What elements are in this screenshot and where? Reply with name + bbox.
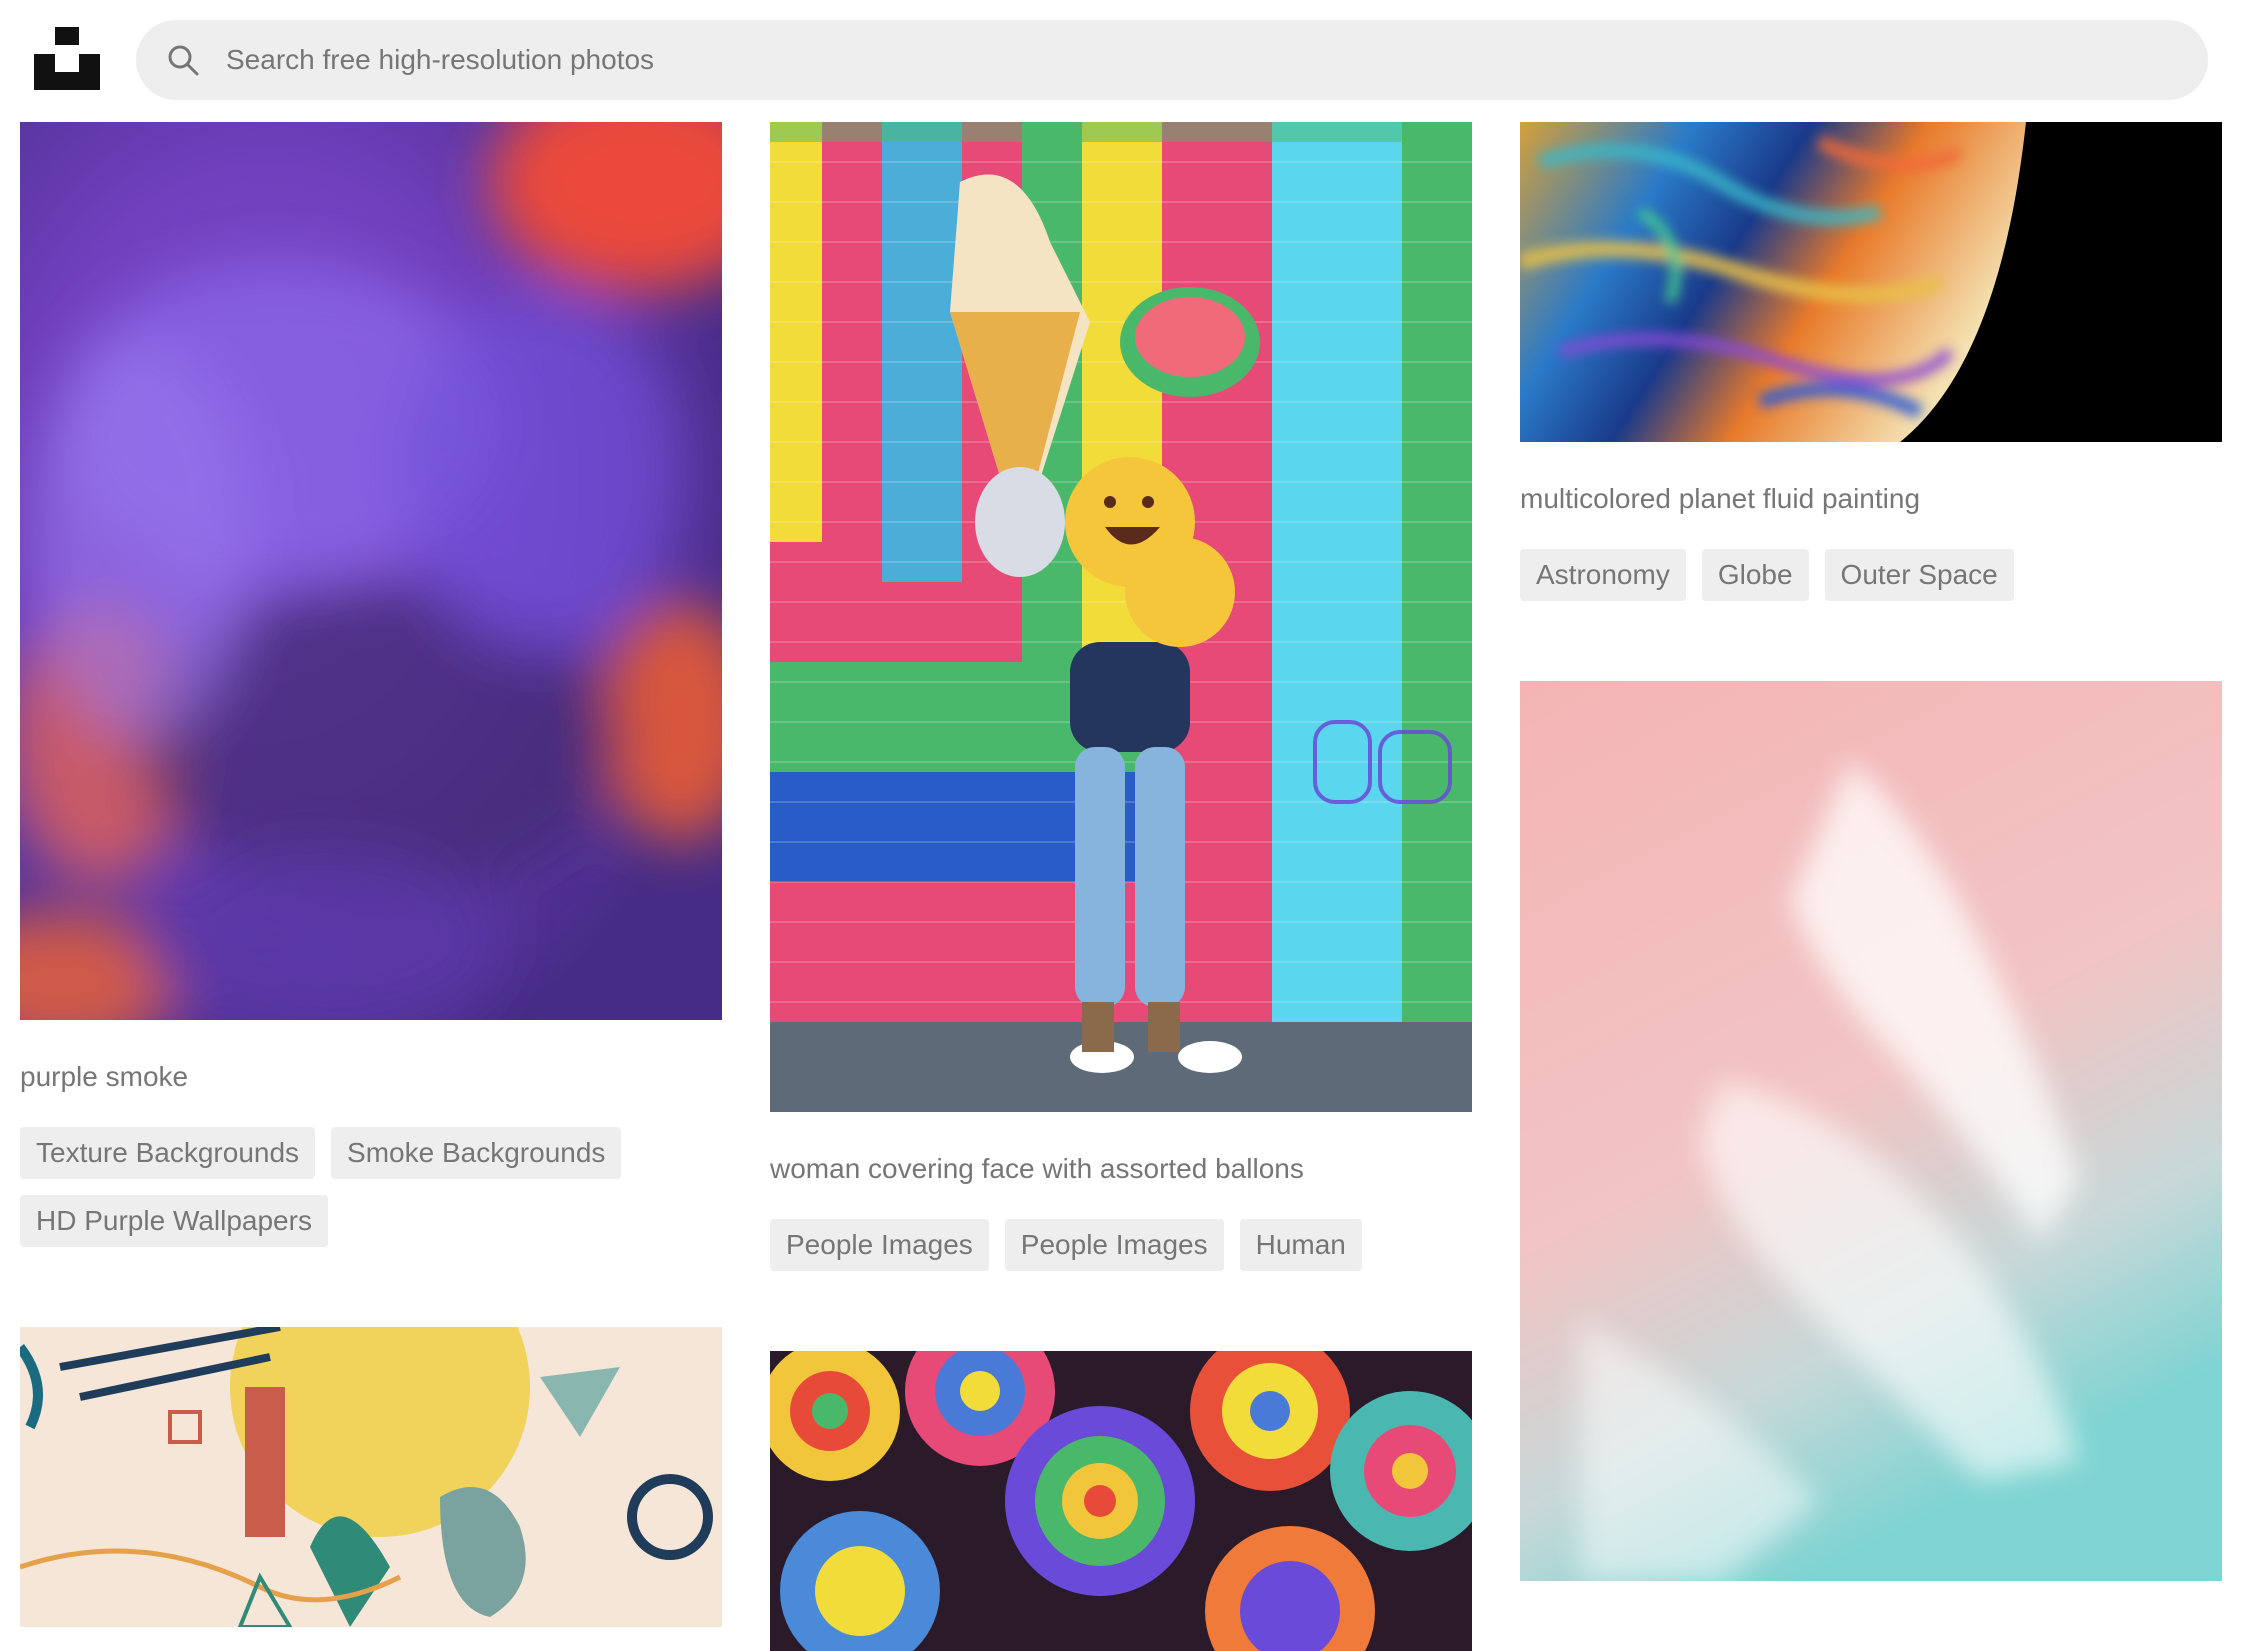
photo-card: multicolored planet fluid painting Astro… <box>1520 122 2222 681</box>
photo-planet-fluid[interactable] <box>1520 122 2222 442</box>
feed-column-2: woman covering face with assorted ballon… <box>770 122 1472 1651</box>
tag-chip[interactable]: Astronomy <box>1520 549 1686 601</box>
top-header <box>0 0 2244 120</box>
card-spacer <box>770 1271 1472 1351</box>
photo-feed: purple smoke Texture Backgrounds Smoke B… <box>0 0 2244 1651</box>
feed-column-1: purple smoke Texture Backgrounds Smoke B… <box>20 122 722 1627</box>
photo-rainbow-roses[interactable] <box>770 1351 1472 1651</box>
search-input[interactable] <box>224 30 2124 90</box>
tag-chip[interactable]: Texture Backgrounds <box>20 1127 316 1179</box>
photo-card: woman covering face with assorted ballon… <box>770 122 1472 1351</box>
card-spacer <box>1520 601 2222 681</box>
photo-abstract-shapes[interactable] <box>20 1327 722 1627</box>
tag-chip[interactable]: People Images <box>770 1219 989 1271</box>
photo-purple-smoke[interactable] <box>20 122 722 1020</box>
photo-card <box>770 1351 1472 1651</box>
search-bar[interactable] <box>136 20 2208 100</box>
brand-logo[interactable] <box>34 27 100 90</box>
photo-woman-balloons[interactable] <box>770 122 1472 1112</box>
tag-chip[interactable]: Globe <box>1701 549 1809 601</box>
photo-caption: multicolored planet fluid painting <box>1520 483 1921 514</box>
tag-list: Texture Backgrounds Smoke Backgrounds HD… <box>20 1127 722 1247</box>
photo-card <box>1520 681 2222 1581</box>
search-icon[interactable] <box>166 43 200 77</box>
tag-chip[interactable]: Smoke Backgrounds <box>331 1127 622 1179</box>
feed-column-3: multicolored planet fluid painting Astro… <box>1520 122 2222 1581</box>
photo-caption: purple smoke <box>20 1061 189 1092</box>
tag-chip[interactable]: Human <box>1239 1219 1362 1271</box>
tag-chip[interactable]: HD Purple Wallpapers <box>20 1195 328 1247</box>
photo-card <box>20 1327 722 1627</box>
tag-list: Astronomy Globe Outer Space <box>1520 549 2222 601</box>
photo-pastel-sky[interactable] <box>1520 681 2222 1581</box>
card-spacer <box>20 1247 722 1327</box>
tag-chip[interactable]: People Images <box>1004 1219 1224 1271</box>
tag-list: People Images People Images Human <box>770 1219 1472 1271</box>
photo-card: purple smoke Texture Backgrounds Smoke B… <box>20 122 722 1327</box>
photo-caption: woman covering face with assorted ballon… <box>770 1153 1304 1184</box>
tag-chip[interactable]: Outer Space <box>1824 549 2014 601</box>
